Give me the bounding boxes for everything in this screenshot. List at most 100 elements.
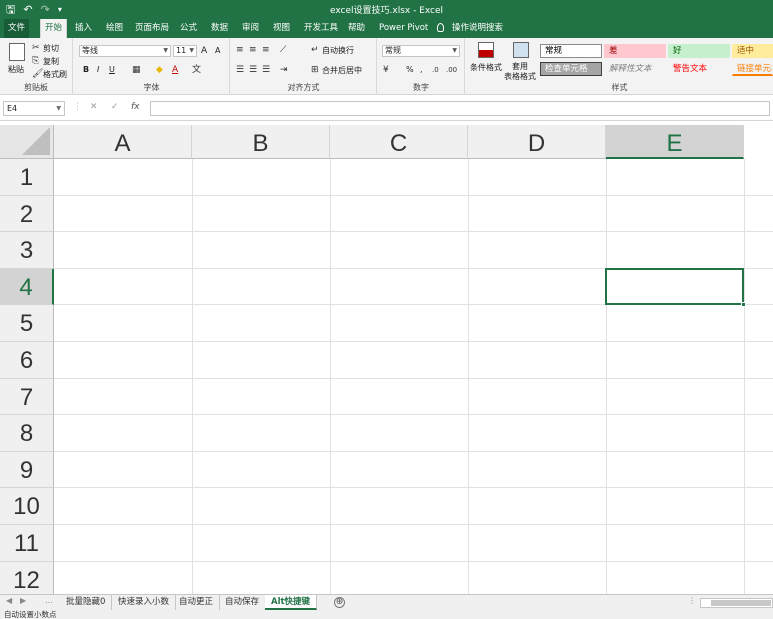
paste-icon[interactable] [9, 43, 25, 61]
row-header[interactable]: 10 [0, 488, 54, 525]
align-right-icon[interactable]: ☰ [262, 65, 270, 75]
tab-insert[interactable]: 插入 [71, 19, 96, 38]
tab-review[interactable]: 审阅 [238, 19, 263, 38]
more-sheets-icon[interactable]: … [45, 596, 53, 605]
bold-button[interactable]: B [83, 65, 89, 74]
column-header[interactable]: D [468, 125, 606, 159]
tab-formulas[interactable]: 公式 [176, 19, 201, 38]
insert-function-button[interactable]: fx [131, 102, 140, 112]
align-center-icon[interactable]: ☰ [249, 65, 257, 75]
conditional-format-icon[interactable] [478, 42, 494, 58]
indent-icon[interactable]: ⇥ [280, 65, 288, 75]
wrap-text-icon[interactable]: ↵ [311, 45, 319, 55]
split-handle-icon[interactable]: ⋮ [688, 596, 696, 605]
fill-color-icon[interactable]: ◆ [156, 65, 163, 75]
style-check-cell[interactable]: 检查单元格 [540, 62, 602, 76]
comma-button[interactable]: , [420, 65, 423, 74]
column-header[interactable]: B [192, 125, 330, 159]
phonetic-icon[interactable]: 文 [192, 65, 201, 75]
select-all-button[interactable] [0, 125, 54, 159]
column-header[interactable]: E [606, 125, 744, 159]
align-bottom-icon[interactable]: ≡ [262, 45, 270, 55]
tab-page-layout[interactable]: 页面布局 [131, 19, 173, 38]
percent-button[interactable]: % [406, 65, 414, 74]
row-header[interactable]: 6 [0, 342, 54, 379]
style-normal[interactable]: 常规 [540, 44, 602, 58]
style-warning[interactable]: 警告文本 [668, 62, 730, 76]
formula-input[interactable] [150, 101, 770, 116]
align-top-icon[interactable]: ≡ [236, 45, 244, 55]
tab-draw[interactable]: 绘图 [102, 19, 127, 38]
orientation-icon[interactable]: ⟋ [280, 45, 286, 55]
grow-font-button[interactable]: A [201, 46, 207, 56]
paste-button[interactable]: 粘贴 [8, 64, 24, 75]
column-header[interactable]: A [54, 125, 192, 159]
border-icon[interactable]: ▦ [132, 65, 141, 75]
style-neutral[interactable]: 适中 [732, 44, 773, 58]
font-size-select[interactable]: 11 ▼ [173, 45, 197, 57]
tab-help[interactable]: 帮助 [344, 19, 369, 38]
cut-button[interactable]: 剪切 [43, 43, 59, 54]
tab-data[interactable]: 数据 [207, 19, 232, 38]
copy-icon[interactable]: ⎘ [32, 56, 39, 66]
horizontal-scrollbar[interactable] [700, 598, 773, 608]
tab-power-pivot[interactable]: Power Pivot [375, 19, 432, 38]
font-color-icon[interactable]: A [172, 65, 178, 75]
tab-home[interactable]: 开始 [40, 19, 68, 38]
scroll-right-icon[interactable]: ▶ [20, 596, 26, 605]
name-box[interactable]: E4 ▼ [3, 101, 65, 116]
enter-icon[interactable]: ✓ [111, 102, 119, 112]
format-as-table-button[interactable]: 套用 表格格式 [504, 62, 536, 82]
cut-icon[interactable]: ✂ [32, 43, 40, 53]
style-explanatory[interactable]: 解释性文本 [604, 62, 666, 76]
sheet-tab-active[interactable]: Alt快捷键 [265, 595, 318, 610]
style-bad[interactable]: 差 [604, 44, 666, 58]
tab-developer[interactable]: 开发工具 [300, 19, 342, 38]
copy-button[interactable]: 复制 [43, 56, 59, 67]
tab-view[interactable]: 视图 [269, 19, 294, 38]
tab-file[interactable]: 文件 [4, 19, 30, 38]
sheet-tab[interactable]: 批量隐藏0 [60, 595, 113, 610]
column-header[interactable]: C [330, 125, 468, 159]
selected-cell[interactable] [605, 267, 746, 308]
cancel-icon[interactable]: ✕ [90, 102, 98, 112]
conditional-format-button[interactable]: 条件格式 [470, 62, 502, 73]
scroll-left-icon[interactable]: ◀ [6, 596, 12, 605]
row-header[interactable]: 5 [0, 305, 54, 342]
merge-center-icon[interactable]: ⊞ [311, 65, 319, 75]
sheet-tab[interactable]: 自动保存 [219, 595, 267, 610]
row-header[interactable]: 12 [0, 561, 54, 594]
sheet-tab[interactable]: 快速录入小数 [112, 595, 177, 610]
wrap-text-button[interactable]: 自动换行 [322, 45, 354, 56]
format-painter-icon[interactable]: 🖌 [32, 69, 43, 79]
row-header[interactable]: 7 [0, 378, 54, 416]
add-sheet-icon[interactable]: ⊕ [334, 597, 345, 608]
italic-button[interactable]: I [97, 65, 99, 74]
scrollbar-thumb[interactable] [711, 600, 771, 606]
number-format-select[interactable]: 常规 ▼ [382, 45, 460, 57]
row-header[interactable]: 11 [0, 525, 54, 562]
row-header[interactable]: 2 [0, 195, 54, 233]
fill-handle[interactable] [741, 302, 746, 308]
decrease-decimal-icon[interactable]: .00 [446, 65, 457, 75]
format-painter-button[interactable]: 格式刷 [43, 69, 67, 80]
style-good[interactable]: 好 [668, 44, 730, 58]
row-header[interactable]: 9 [0, 451, 54, 489]
row-header[interactable]: 1 [0, 159, 54, 196]
style-linked-cell[interactable]: 链接单元格 [732, 62, 773, 76]
worksheet-grid[interactable]: ABCDE 1 2 3 4 5 6 7 8 9 10 11 12 [0, 125, 773, 594]
row-header[interactable]: 4 [0, 268, 54, 306]
underline-button[interactable]: U [109, 65, 115, 74]
increase-decimal-icon[interactable]: .0 [432, 65, 439, 75]
align-middle-icon[interactable]: ≡ [249, 45, 257, 55]
shrink-font-button[interactable]: A [215, 46, 220, 55]
merge-center-button[interactable]: 合并后居中 [322, 65, 362, 76]
row-header[interactable]: 3 [0, 232, 54, 269]
format-as-table-icon[interactable] [513, 42, 529, 58]
align-left-icon[interactable]: ☰ [236, 65, 244, 75]
font-name-select[interactable]: 等线 ▼ [79, 45, 171, 57]
row-header[interactable]: 8 [0, 415, 54, 452]
tell-me-search[interactable]: 操作说明搜索 [448, 19, 507, 38]
currency-icon[interactable]: ¥ [383, 65, 389, 75]
sheet-tab[interactable]: 自动更正 [173, 595, 221, 610]
